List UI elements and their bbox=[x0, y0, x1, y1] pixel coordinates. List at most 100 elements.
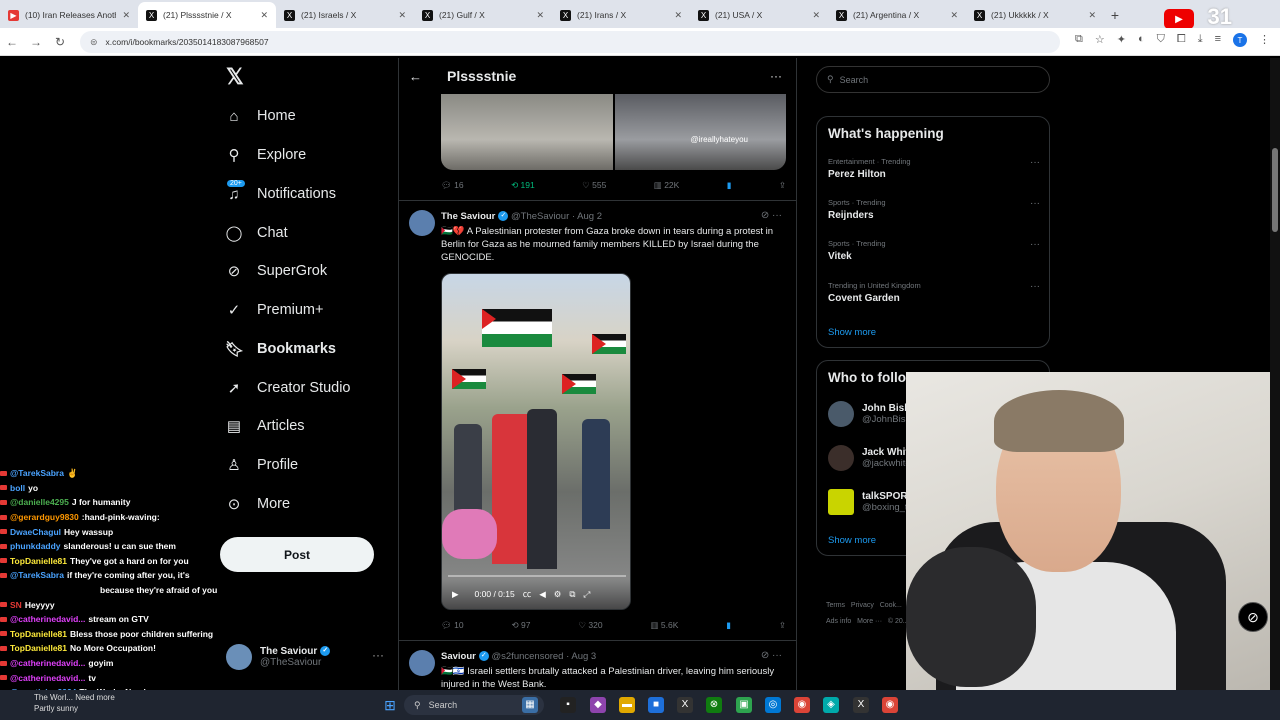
close-tab-icon[interactable]: ✕ bbox=[812, 10, 820, 21]
post-button[interactable]: Post bbox=[220, 537, 374, 572]
nav-notifications[interactable]: ♫ 20+ Notifications bbox=[225, 176, 336, 212]
more-dots-icon[interactable]: ··· bbox=[1030, 281, 1040, 292]
repost-button[interactable]: ⟲ 191 bbox=[511, 180, 535, 191]
extension-icon[interactable]: ✦ bbox=[1117, 33, 1126, 47]
url-field[interactable]: ⊜ x.com/i/bookmarks/2035014183087968507 bbox=[80, 31, 1060, 53]
browser-tab[interactable]: X (21) USA / X ✕ bbox=[690, 2, 828, 28]
close-tab-icon[interactable]: ✕ bbox=[1088, 10, 1096, 21]
avatar[interactable] bbox=[409, 210, 435, 236]
trend-item[interactable]: Trending in United Kingdom Covent Garden ·… bbox=[828, 281, 1040, 304]
search-input[interactable]: ⚲ Search bbox=[816, 66, 1050, 93]
media-icon[interactable]: ≡ bbox=[1215, 33, 1221, 47]
edge-icon[interactable]: ◎ bbox=[765, 697, 781, 713]
trend-item[interactable]: Entertainment · Trending Perez Hilton ··· bbox=[828, 157, 1040, 180]
fullscreen-icon[interactable]: ⤢ bbox=[583, 589, 590, 600]
back-arrow-icon[interactable]: ← bbox=[409, 69, 433, 84]
xbox-icon[interactable]: ⊗ bbox=[706, 697, 722, 713]
more-dots-icon[interactable]: ··· bbox=[1030, 198, 1040, 209]
terminal-icon[interactable]: ▪ bbox=[560, 697, 576, 713]
more-dots-icon[interactable]: ··· bbox=[1030, 157, 1040, 168]
shield-icon[interactable]: ⛉ bbox=[1157, 33, 1165, 47]
new-tab-button[interactable]: + bbox=[1104, 2, 1126, 28]
account-switcher[interactable]: The Saviour ✓ @TheSaviour ··· bbox=[226, 644, 394, 670]
install-icon[interactable]: ⧉ bbox=[1075, 33, 1083, 47]
app-icon[interactable]: ◈ bbox=[823, 697, 839, 713]
close-tab-icon[interactable]: ✕ bbox=[398, 10, 406, 21]
show-more-link[interactable]: Show more bbox=[828, 327, 876, 338]
media-image[interactable] bbox=[441, 94, 613, 170]
puzzle-icon[interactable]: ⧠ bbox=[1177, 33, 1186, 47]
forward-icon[interactable]: → bbox=[24, 35, 48, 49]
nav-bookmarks[interactable]: 🔖︎ Bookmarks bbox=[225, 331, 336, 367]
post-more-icon[interactable]: ⊘ ··· bbox=[761, 210, 782, 221]
more-dots-icon[interactable]: ··· bbox=[1030, 239, 1040, 250]
nav-creator-studio[interactable]: ➚ Creator Studio bbox=[225, 370, 351, 406]
post-more-icon[interactable]: ⊘ ··· bbox=[761, 650, 782, 661]
chrome-icon[interactable]: ◉ bbox=[882, 697, 898, 713]
pip-icon[interactable]: ⧉ bbox=[569, 589, 575, 600]
settings-icon[interactable]: ⚙ bbox=[554, 589, 562, 600]
widget-icon[interactable]: ▦ bbox=[522, 697, 538, 713]
captions-icon[interactable]: ㏄ bbox=[523, 588, 532, 600]
close-tab-icon[interactable]: ✕ bbox=[536, 10, 544, 21]
volume-icon[interactable]: ◀ bbox=[539, 589, 546, 600]
browser-tab[interactable]: ▶ (10) Iran Releases Anothe ✕ bbox=[0, 2, 138, 28]
scrollbar-thumb[interactable] bbox=[1272, 148, 1278, 232]
close-tab-icon[interactable]: ✕ bbox=[674, 10, 682, 21]
video-player[interactable]: ▶ 0:00 / 0:15 ㏄ ◀ ⚙ ⧉ ⤢ bbox=[441, 273, 631, 610]
nav-chat[interactable]: ◯ Chat bbox=[225, 215, 288, 251]
like-button[interactable]: ♡ 320 bbox=[578, 620, 602, 631]
post-2[interactable]: Saviour ✓ @s2funcensored · Aug 3 ⊘ ··· 🇵🇸… bbox=[399, 640, 796, 690]
browser-tab[interactable]: X (21) Argentina / X ✕ bbox=[828, 2, 966, 28]
browser-tab[interactable]: X (21) Gulf / X ✕ bbox=[414, 2, 552, 28]
copilot-icon[interactable]: ◆ bbox=[590, 697, 606, 713]
avatar[interactable] bbox=[409, 650, 435, 676]
media-image[interactable] bbox=[614, 94, 786, 170]
back-icon[interactable]: ← bbox=[0, 35, 24, 49]
close-tab-icon[interactable]: ✕ bbox=[260, 10, 268, 21]
folder-icon[interactable]: ▬ bbox=[619, 697, 635, 713]
x-logo-icon[interactable]: 𝕏 bbox=[226, 64, 244, 90]
site-info-icon[interactable]: ⊜ bbox=[90, 37, 98, 48]
reply-button[interactable]: 💬︎ 16 bbox=[441, 180, 464, 191]
scrollbar[interactable] bbox=[1270, 58, 1280, 690]
weather-widget[interactable]: The Worl... Need more Partly sunny bbox=[34, 692, 115, 714]
x-app-icon[interactable]: X bbox=[853, 697, 869, 713]
more-dots-icon[interactable]: ··· bbox=[372, 648, 384, 662]
chrome-icon[interactable]: ◉ bbox=[794, 697, 810, 713]
browser-tab[interactable]: X (21) Israels / X ✕ bbox=[276, 2, 414, 28]
previous-post-media[interactable]: @ireallyhateyou bbox=[441, 94, 786, 170]
close-tab-icon[interactable]: ✕ bbox=[950, 10, 958, 21]
nav-premium[interactable]: ✓ Premium+ bbox=[225, 292, 324, 328]
repost-button[interactable]: ⟲ 97 bbox=[512, 620, 531, 631]
nav-explore[interactable]: ⚲ Explore bbox=[225, 137, 307, 173]
bookmark-icon[interactable]: ▮ bbox=[727, 180, 732, 191]
reload-icon[interactable]: ↻ bbox=[48, 35, 72, 49]
views-button[interactable]: ▥ 5.6K bbox=[650, 620, 678, 631]
bookmark-icon[interactable]: ▮ bbox=[726, 620, 731, 631]
show-more-link[interactable]: Show more bbox=[828, 535, 876, 546]
video-progress-bar[interactable] bbox=[448, 575, 626, 577]
share-icon[interactable]: ⇪ bbox=[779, 620, 786, 631]
windows-start-icon[interactable]: ⊞ bbox=[382, 697, 398, 713]
app-icon[interactable]: ▣ bbox=[736, 697, 752, 713]
store-icon[interactable]: ■ bbox=[648, 697, 664, 713]
browser-tab-active[interactable]: X (21) Plsssstnie / X ✕ bbox=[138, 2, 276, 28]
more-dots-icon[interactable]: ··· bbox=[770, 69, 782, 83]
x-app-icon[interactable]: X bbox=[677, 697, 693, 713]
extension-icon[interactable]: ◐ bbox=[1138, 33, 1145, 47]
close-tab-icon[interactable]: ✕ bbox=[122, 10, 130, 21]
trend-item[interactable]: Sports · Trending Vitek ··· bbox=[828, 239, 1040, 262]
post-1[interactable]: The Saviour ✓ @TheSaviour · Aug 2 ⊘ ··· 🇵… bbox=[399, 200, 796, 640]
grok-bubble-icon[interactable]: ⊘ bbox=[1238, 602, 1268, 632]
trend-item[interactable]: Sports · Trending Reijnders ··· bbox=[828, 198, 1040, 221]
reply-button[interactable]: 💬︎ 10 bbox=[441, 620, 464, 631]
download-icon[interactable]: ⤓ bbox=[1198, 33, 1203, 47]
nav-articles[interactable]: ▤ Articles bbox=[225, 408, 305, 444]
browser-tab[interactable]: X (21) Irans / X ✕ bbox=[552, 2, 690, 28]
like-button[interactable]: ♡ 555 bbox=[582, 180, 606, 191]
star-icon[interactable]: ☆ bbox=[1095, 33, 1105, 47]
browser-tab[interactable]: X (21) Ukkkkk / X ✕ bbox=[966, 2, 1104, 28]
share-icon[interactable]: ⇪ bbox=[779, 180, 786, 191]
nav-home[interactable]: ⌂ Home bbox=[225, 98, 295, 134]
